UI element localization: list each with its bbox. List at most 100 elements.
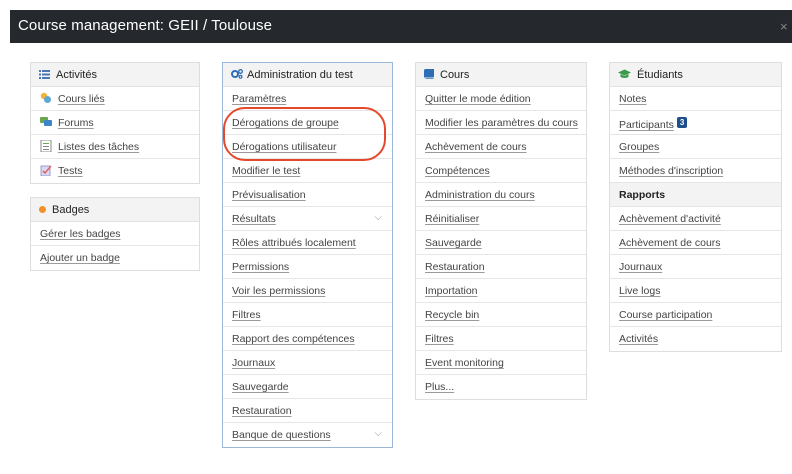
admin-item-permissions[interactable]: Permissions	[223, 255, 392, 279]
activity-label: Listes des tâches	[58, 141, 140, 153]
activity-item-tests[interactable]: Tests	[31, 159, 199, 183]
etudiants-item-groupes[interactable]: Groupes	[610, 135, 781, 159]
admin-item-rapport-competences[interactable]: Rapport des compétences	[223, 327, 392, 351]
cours-item[interactable]: Achèvement de cours	[416, 135, 586, 159]
admin-item-sauvegarde[interactable]: Sauvegarde	[223, 375, 392, 399]
cours-item-label: Event monitoring	[425, 357, 504, 369]
activity-item-listes-taches[interactable]: Listes des tâches	[31, 135, 199, 159]
close-icon[interactable]: ×	[780, 19, 792, 34]
cours-item[interactable]: Administration du cours	[416, 183, 586, 207]
cours-item[interactable]: Restauration	[416, 255, 586, 279]
activites-title: Activités	[56, 69, 97, 81]
cours-item[interactable]: Sauvegarde	[416, 231, 586, 255]
cours-item[interactable]: Modifier les paramètres du cours	[416, 111, 586, 135]
linked-courses-icon	[40, 92, 51, 103]
cours-item[interactable]: Réinitialiser	[416, 207, 586, 231]
etudiants-item-label: Méthodes d'inscription	[619, 165, 724, 177]
admin-item-label: Résultats	[232, 213, 276, 225]
cours-item[interactable]: Recycle bin	[416, 303, 586, 327]
admin-item-resultats[interactable]: Résultats ⌵	[223, 207, 392, 231]
admin-item-label: Prévisualisation	[232, 189, 306, 201]
badges-item-ajouter[interactable]: Ajouter un badge	[31, 246, 199, 270]
admin-item-label: Sauvegarde	[232, 381, 289, 393]
cours-item[interactable]: Quitter le mode édition	[416, 87, 586, 111]
etudiants-item-notes[interactable]: Notes	[610, 87, 781, 111]
admin-item-label: Rôles attribués localement	[232, 237, 356, 249]
book-icon	[424, 69, 434, 79]
admin-item-label: Permissions	[232, 261, 290, 273]
list-icon	[39, 69, 50, 79]
badges-item-gerer[interactable]: Gérer les badges	[31, 222, 199, 246]
cours-item[interactable]: Importation	[416, 279, 586, 303]
cours-item-label: Filtres	[425, 333, 454, 345]
rapport-item-label: Achèvement d'activité	[619, 213, 721, 225]
rapport-item[interactable]: Live logs	[610, 279, 781, 303]
cours-item[interactable]: Event monitoring	[416, 351, 586, 375]
cours-item-label: Quitter le mode édition	[425, 93, 531, 105]
cours-item[interactable]: Filtres	[416, 327, 586, 351]
activity-label: Forums	[58, 117, 94, 129]
rapport-item[interactable]: Achèvement d'activité	[610, 207, 781, 231]
admin-item-voir-permissions[interactable]: Voir les permissions	[223, 279, 392, 303]
rapport-item[interactable]: Activités	[610, 327, 781, 351]
badges-header: Badges	[31, 198, 199, 222]
graduation-cap-icon	[618, 69, 631, 79]
annotation-highlight-circle	[223, 107, 386, 161]
rapport-item-label: Achèvement de cours	[619, 237, 721, 249]
cours-item[interactable]: Compétences	[416, 159, 586, 183]
modal-title: Course management: GEII / Toulouse	[18, 17, 273, 34]
admin-item-label: Paramètres	[232, 93, 287, 105]
etudiants-item-methodes[interactable]: Méthodes d'inscription	[610, 159, 781, 183]
rapport-item-label: Journaux	[619, 261, 663, 273]
rapports-title: Rapports	[619, 189, 666, 201]
chevron-down-icon[interactable]: ⌵	[374, 428, 382, 439]
cours-item-label: Réinitialiser	[425, 213, 480, 225]
rapport-item[interactable]: Course participation	[610, 303, 781, 327]
activity-label: Cours liés	[58, 93, 105, 105]
cours-item-label: Importation	[425, 285, 478, 297]
cours-item[interactable]: Plus...	[416, 375, 586, 399]
admin-item-modifier-test[interactable]: Modifier le test	[223, 159, 392, 183]
forum-icon	[40, 116, 52, 126]
etudiants-title: Étudiants	[637, 69, 683, 81]
admin-item-filtres[interactable]: Filtres	[223, 303, 392, 327]
cours-item-label: Sauvegarde	[425, 237, 482, 249]
admin-item-restauration[interactable]: Restauration	[223, 399, 392, 423]
badges-item-label: Ajouter un badge	[40, 252, 120, 264]
etudiants-item-label: Participants	[619, 119, 674, 131]
etudiants-panel: Étudiants Notes Participants 3 Groupes Mé…	[609, 62, 782, 352]
badges-panel: Badges Gérer les badges Ajouter un badge	[30, 197, 200, 271]
gears-icon	[231, 69, 243, 79]
rapport-item-label: Activités	[619, 333, 659, 345]
chevron-down-icon[interactable]: ⌵	[374, 212, 382, 223]
activites-header: Activités	[31, 63, 199, 87]
cours-panel: Cours Quitter le mode édition Modifier l…	[415, 62, 587, 400]
cours-item-label: Compétences	[425, 165, 490, 177]
cours-item-label: Achèvement de cours	[425, 141, 527, 153]
activity-item-cours-lies[interactable]: Cours liés	[31, 87, 199, 111]
admin-item-journaux[interactable]: Journaux	[223, 351, 392, 375]
admin-item-label: Banque de questions	[232, 429, 331, 441]
etudiants-item-participants[interactable]: Participants 3	[610, 111, 781, 135]
admin-item-previsualisation[interactable]: Prévisualisation	[223, 183, 392, 207]
task-list-icon	[40, 139, 52, 152]
badges-item-label: Gérer les badges	[40, 228, 121, 240]
cours-header: Cours	[416, 63, 586, 87]
etudiants-header: Étudiants	[610, 63, 781, 87]
cours-item-label: Plus...	[425, 381, 455, 393]
rapport-item[interactable]: Journaux	[610, 255, 781, 279]
admin-item-label: Rapport des compétences	[232, 333, 355, 345]
cours-item-label: Recycle bin	[425, 309, 480, 321]
rapport-item[interactable]: Achèvement de cours	[610, 231, 781, 255]
badge-icon	[39, 206, 46, 213]
activity-item-forums[interactable]: Forums	[31, 111, 199, 135]
admin-test-header: Administration du test	[223, 63, 392, 87]
admin-item-banque-questions[interactable]: Banque de questions ⌵	[223, 423, 392, 447]
rapport-item-label: Live logs	[619, 285, 661, 297]
participants-count-badge: 3	[676, 117, 688, 128]
admin-item-roles[interactable]: Rôles attribués localement	[223, 231, 392, 255]
quiz-icon	[40, 165, 52, 176]
cours-item-label: Restauration	[425, 261, 485, 273]
admin-item-label: Journaux	[232, 357, 276, 369]
cours-item-label: Modifier les paramètres du cours	[425, 117, 578, 129]
